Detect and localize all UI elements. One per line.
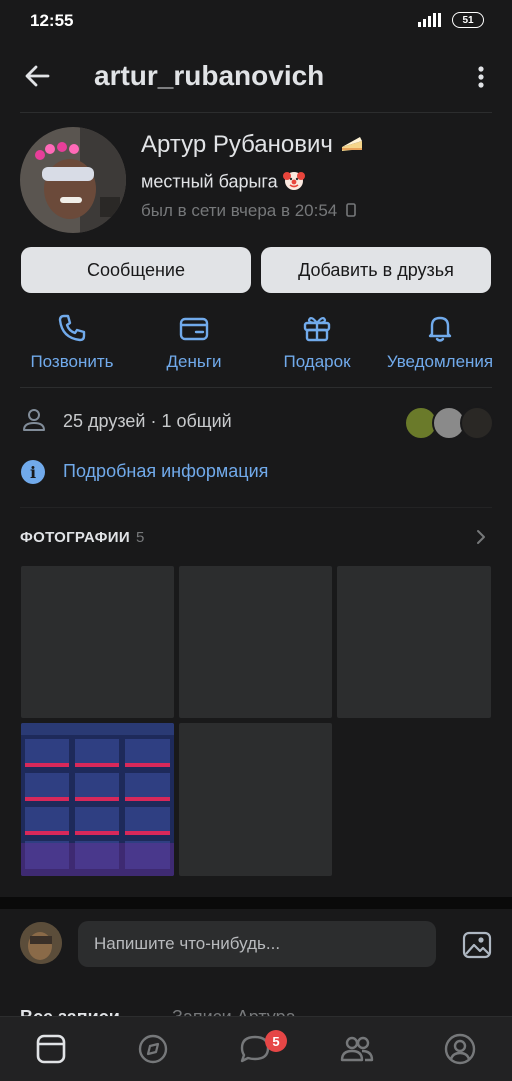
shop-screenshot-image — [21, 723, 174, 876]
profile-tab-icon[interactable] — [443, 1032, 477, 1066]
photos-count: 5 — [135, 529, 145, 546]
page-title: artur_rubanovich — [94, 60, 325, 91]
detailed-info-link[interactable]: Подробная информация — [63, 461, 268, 482]
user-icon — [23, 409, 45, 431]
more-vertical-icon[interactable] — [468, 62, 494, 92]
profile-status-text: местный барыга — [141, 171, 278, 192]
add-friend-button[interactable]: Добавить в друзья — [261, 247, 491, 293]
battery-icon: 51 — [452, 12, 484, 28]
divider — [20, 112, 492, 113]
photos-title: ФОТОГРАФИИ — [20, 529, 130, 546]
status-icons: 51 — [418, 12, 484, 28]
gift-label: Подарок — [283, 352, 351, 371]
avatar[interactable] — [20, 127, 126, 233]
notifications-label: Уведомления — [386, 352, 494, 371]
divider — [20, 387, 492, 388]
wallet-icon — [179, 317, 209, 341]
photo-thumbnail[interactable] — [179, 566, 332, 718]
friends-tab-icon[interactable] — [340, 1032, 374, 1066]
money-label: Деньги — [166, 352, 222, 371]
money-action[interactable]: Деньги — [134, 312, 254, 372]
photos-header[interactable]: ФОТОГРАФИИ 5 — [20, 529, 145, 546]
phone-icon — [58, 314, 86, 342]
section-separator — [0, 897, 512, 909]
photo-thumbnail[interactable] — [179, 723, 332, 876]
post-input[interactable]: Напишите что-нибудь... — [78, 921, 436, 967]
explore-tab-icon[interactable] — [136, 1032, 170, 1066]
photo-thumbnail[interactable] — [337, 566, 491, 718]
status-time: 12:55 — [30, 11, 74, 30]
messages-badge: 5 — [265, 1030, 287, 1052]
friends-count[interactable]: 25 друзей · 1 общий — [63, 411, 232, 432]
photo-thumbnail[interactable] — [21, 566, 174, 718]
avatar-image — [20, 127, 126, 233]
info-icon: i — [21, 460, 45, 484]
gift-action[interactable]: Подарок — [257, 312, 377, 372]
message-button[interactable]: Сообщение — [21, 247, 251, 293]
news-tab-icon[interactable] — [34, 1032, 68, 1066]
friend-avatar[interactable] — [460, 406, 494, 440]
divider — [20, 507, 492, 508]
notifications-action[interactable]: Уведомления — [380, 312, 500, 372]
status-bar: 12:55 51 — [0, 0, 512, 42]
profile-status: местный барыга — [141, 169, 305, 196]
last-seen-text: был в сети вчера в 20:54 — [141, 201, 338, 220]
my-avatar[interactable] — [20, 922, 62, 964]
clown-emoji-icon — [282, 169, 305, 196]
last-seen: был в сети вчера в 20:54 — [141, 201, 356, 221]
post-input-placeholder: Напишите что-нибудь... — [94, 934, 281, 953]
photo-thumbnail[interactable] — [21, 723, 174, 876]
image-icon[interactable] — [462, 930, 492, 960]
cake-emoji-icon — [340, 132, 364, 160]
chevron-right-icon[interactable] — [474, 528, 488, 546]
back-arrow-icon[interactable] — [20, 58, 56, 94]
profile-name-text: Артур Рубанович — [141, 131, 333, 158]
call-action[interactable]: Позвонить — [12, 312, 132, 372]
top-bar: artur_rubanovich — [0, 48, 512, 104]
my-avatar-image — [20, 922, 62, 964]
call-label: Позвонить — [30, 352, 114, 371]
signal-icon — [418, 13, 441, 27]
mobile-icon — [346, 203, 356, 217]
profile-name: Артур Рубанович — [141, 131, 364, 160]
bottom-tab-bar — [0, 1016, 512, 1081]
bell-icon — [428, 316, 452, 342]
gift-icon — [303, 316, 331, 342]
